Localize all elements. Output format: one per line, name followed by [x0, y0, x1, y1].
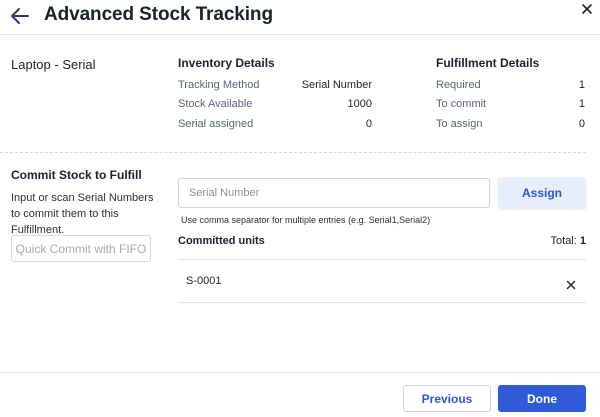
stock-available-value: 1000: [347, 98, 372, 110]
to-commit-label: To commit: [436, 98, 487, 110]
commit-stock-description: Input or scan Serial Numbers to commit t…: [11, 192, 154, 236]
remove-serial-button[interactable]: [566, 277, 576, 290]
committed-units-title: Committed units: [178, 235, 265, 247]
assign-button[interactable]: Assign: [498, 177, 586, 209]
list-item: S-0001: [178, 260, 586, 302]
required-value: 1: [578, 79, 585, 91]
committed-total-value: 1: [579, 235, 586, 247]
arrow-left-icon: [11, 8, 29, 24]
stock-available-label: Stock Available: [178, 98, 253, 110]
to-commit-value: 1: [578, 98, 585, 110]
page-title: Advanced Stock Tracking: [44, 4, 273, 25]
product-name: Laptop - Serial: [11, 57, 96, 72]
serial-assigned-value: 0: [365, 118, 372, 130]
commit-stock-title: Commit Stock to Fulfill: [11, 168, 142, 182]
quick-commit-fifo-button[interactable]: Quick Commit with FIFO: [11, 235, 151, 262]
serial-assigned-label: Serial assigned: [178, 118, 254, 130]
section-divider: [0, 152, 586, 153]
fulfillment-details-title: Fulfillment Details: [436, 56, 540, 70]
committed-serial-value: S-0001: [186, 275, 222, 287]
footer-divider: [0, 372, 600, 373]
back-button[interactable]: [8, 4, 32, 28]
close-button[interactable]: [580, 2, 594, 16]
done-button[interactable]: Done: [498, 385, 586, 412]
to-assign-label: To assign: [436, 118, 483, 130]
serial-number-input[interactable]: [178, 178, 490, 208]
committed-total-label: Total:: [550, 235, 577, 247]
committed-list-bottom-border: [178, 302, 586, 303]
required-label: Required: [436, 79, 481, 91]
tracking-method-label: Tracking Method: [178, 79, 260, 91]
inventory-details-title: Inventory Details: [178, 56, 275, 70]
serial-input-hint: Use comma separator for multiple entries…: [181, 215, 431, 225]
tracking-method-value: Serial Number: [301, 79, 372, 91]
previous-button[interactable]: Previous: [403, 385, 491, 412]
committed-total: Total: 1: [500, 235, 586, 247]
dialog-header: Advanced Stock Tracking: [0, 0, 600, 35]
to-assign-value: 0: [578, 118, 585, 130]
close-icon: [582, 4, 592, 14]
close-icon: [566, 280, 576, 290]
